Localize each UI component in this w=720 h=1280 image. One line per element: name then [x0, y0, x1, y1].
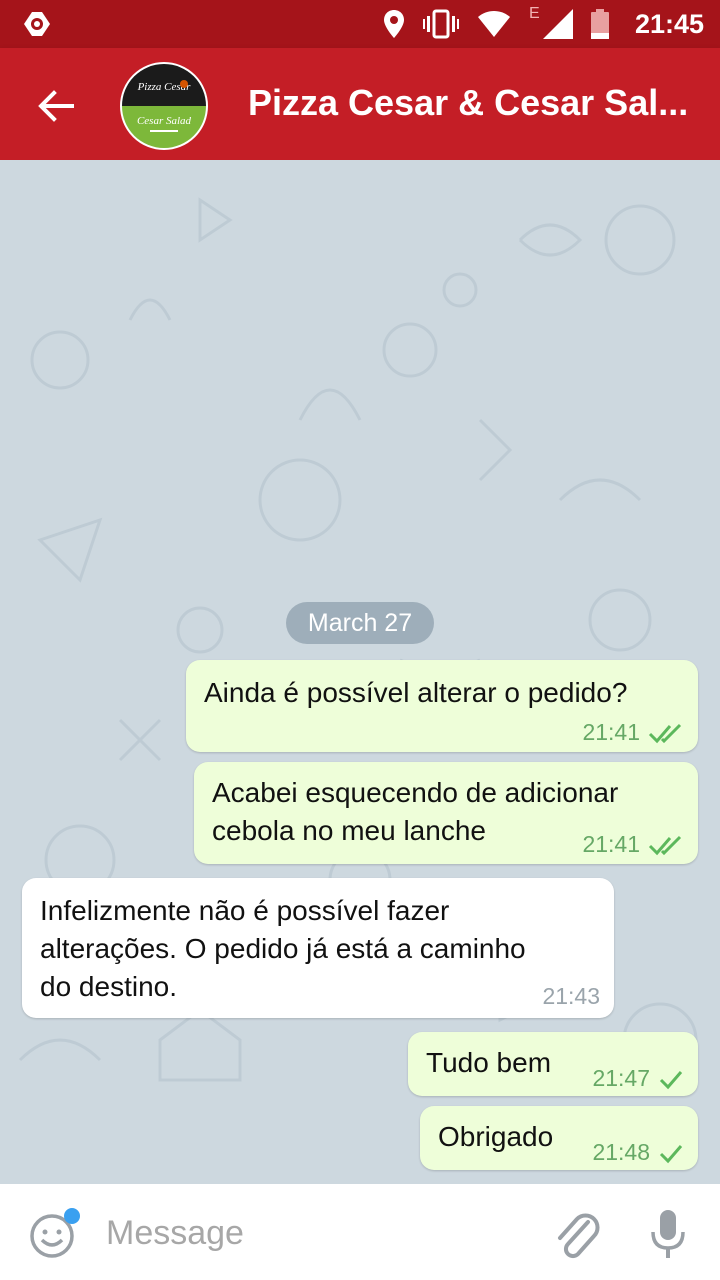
message-composer — [0, 1184, 720, 1280]
message-time: 21:48 — [592, 1139, 650, 1165]
emoji-icon — [30, 1208, 80, 1258]
pizza-cesar-logo: Pizza Cesar Cesar Salad — [122, 64, 206, 148]
message-meta: 21:43 — [542, 983, 600, 1010]
message-bubble-incoming[interactable]: Infelizmente não é possível fazer altera… — [22, 878, 614, 1018]
microphone-icon — [651, 1210, 685, 1258]
message-line: Acabei esquecendo de adicionar — [212, 777, 619, 808]
status-bar: E 21:45 — [0, 0, 720, 48]
message-time: 21:43 — [542, 983, 600, 1009]
emoji-button[interactable] — [28, 1208, 80, 1260]
arrow-left-icon — [38, 90, 74, 122]
message-text: Acabei esquecendo de adicionar cebola no… — [212, 774, 618, 850]
message-text: Obrigado — [438, 1121, 554, 1152]
location-icon — [383, 10, 404, 38]
message-meta: 21:48 — [592, 1139, 684, 1166]
message-time: 21:41 — [582, 719, 640, 745]
microphone-button[interactable] — [648, 1206, 688, 1262]
message-line: Infelizmente não é possível fazer — [40, 895, 450, 926]
message-meta: 21:41 — [582, 831, 684, 858]
vibrate-icon — [422, 9, 459, 39]
message-text: Ainda é possível alterar o pedido? — [204, 677, 628, 708]
message-time: 21:47 — [592, 1065, 650, 1091]
message-input[interactable] — [104, 1206, 528, 1260]
double-check-icon — [648, 835, 682, 855]
message-line: cebola no meu lanche — [212, 815, 486, 846]
status-time: 21:45 — [634, 8, 704, 39]
message-meta: 21:41 — [582, 719, 684, 746]
check-icon — [659, 1144, 683, 1163]
message-bubble-outgoing[interactable]: Ainda é possível alterar o pedido? 21:41 — [186, 660, 698, 752]
message-bubble-outgoing[interactable]: Tudo bem 21:47 — [408, 1032, 698, 1096]
check-icon — [659, 1070, 683, 1089]
chat-title[interactable]: Pizza Cesar & Cesar Sal... — [248, 82, 708, 124]
double-check-icon — [648, 723, 682, 743]
back-button[interactable] — [32, 82, 80, 130]
message-line: do destino. — [40, 971, 177, 1002]
message-line: alterações. O pedido já está a caminho — [40, 933, 526, 964]
app-notification-icon — [24, 12, 50, 36]
svg-text:Cesar Salad: Cesar Salad — [137, 115, 192, 127]
chat-avatar[interactable]: Pizza Cesar Cesar Salad — [120, 62, 208, 150]
message-text: Tudo bem — [426, 1047, 552, 1078]
message-time: 21:41 — [582, 831, 640, 857]
app-bar: Pizza Cesar Cesar Salad Pizza Cesar & Ce… — [0, 48, 720, 160]
battery-icon — [590, 9, 609, 39]
chat-area[interactable]: March 27 Ainda é possível alterar o pedi… — [0, 160, 720, 1184]
message-bubble-outgoing[interactable]: Obrigado 21:48 — [420, 1106, 698, 1170]
message-meta: 21:47 — [592, 1065, 684, 1092]
message-bubble-outgoing[interactable]: Acabei esquecendo de adicionar cebola no… — [194, 762, 698, 864]
network-type-label: E — [528, 5, 540, 22]
date-divider: March 27 — [286, 602, 434, 644]
attach-button[interactable] — [552, 1208, 600, 1260]
message-text: Infelizmente não é possível fazer altera… — [40, 892, 526, 1006]
signal-icon: E — [529, 5, 573, 39]
wifi-icon — [477, 11, 510, 37]
paperclip-icon — [558, 1213, 600, 1259]
